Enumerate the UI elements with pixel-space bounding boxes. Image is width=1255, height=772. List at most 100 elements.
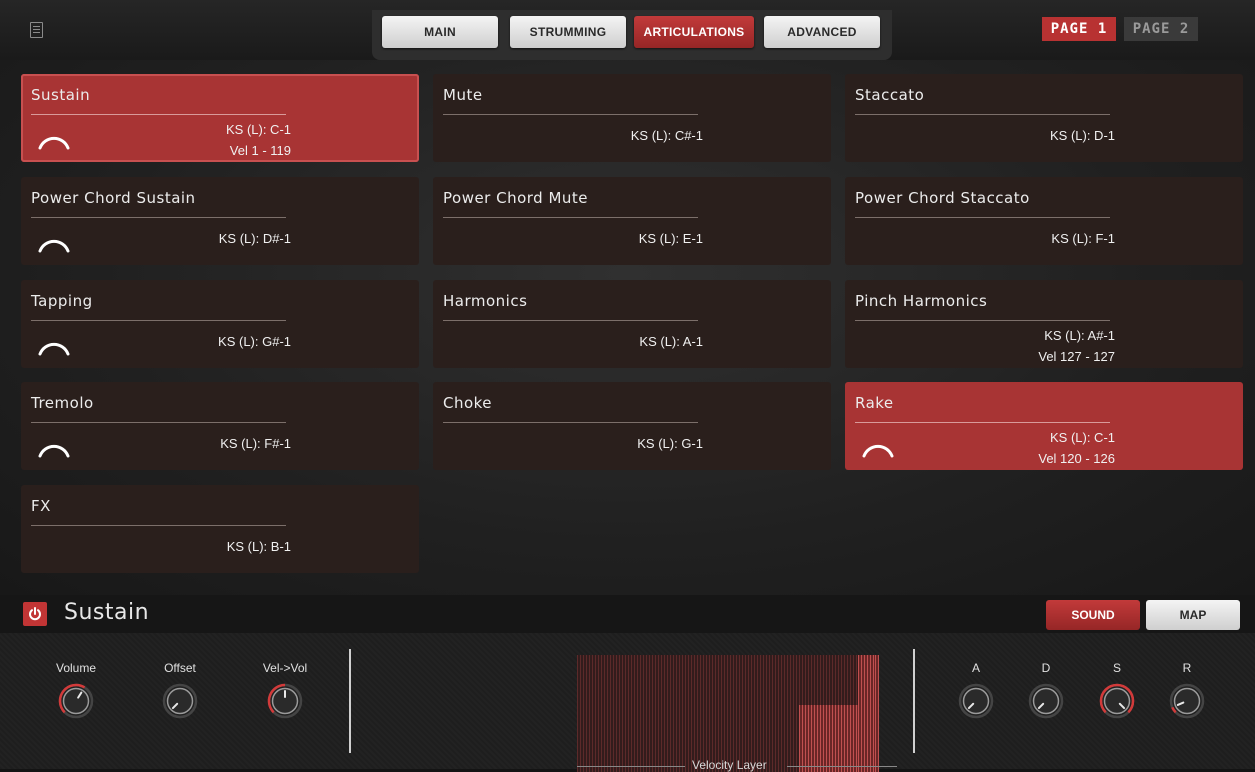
articulation-name: Staccato: [855, 86, 925, 104]
tab-advanced[interactable]: ADVANCED: [764, 16, 880, 48]
map-button[interactable]: MAP: [1146, 600, 1240, 630]
caption-rule-right: [787, 766, 897, 767]
articulation-card[interactable]: Pinch Harmonics KS (L): A#-1 Vel 127 - 127: [845, 280, 1243, 368]
articulation-card[interactable]: Power Chord Staccato KS (L): F-1: [845, 177, 1243, 265]
articulation-card[interactable]: Rake KS (L): C-1 Vel 120 - 126: [845, 382, 1243, 470]
velocity-layer-bar: [858, 655, 875, 772]
keyswitch-label: KS (L): C-1: [225, 122, 291, 137]
tab-strumming[interactable]: STRUMMING: [510, 16, 626, 48]
articulation-arc-icon: [38, 136, 70, 150]
divider-left: [349, 649, 351, 753]
keyswitch-label: KS (L): G-1: [637, 436, 703, 451]
page-2-button[interactable]: PAGE 2: [1124, 17, 1198, 41]
knob-label: R: [1182, 661, 1192, 675]
knob[interactable]: [1028, 683, 1064, 719]
articulation-card[interactable]: Tapping KS (L): G#-1: [21, 280, 419, 368]
keyswitch-label: KS (L): C-1: [1049, 430, 1115, 445]
card-divider: [855, 114, 1110, 115]
knob[interactable]: [58, 683, 94, 719]
articulation-name: Harmonics: [443, 292, 528, 310]
card-divider: [443, 114, 698, 115]
articulation-name: Power Chord Mute: [443, 189, 589, 207]
card-divider: [31, 422, 286, 423]
keyswitch-label: KS (L): F#-1: [220, 436, 291, 451]
knob[interactable]: [1169, 683, 1205, 719]
velocity-range-label: Vel 1 - 119: [229, 143, 291, 158]
velocity-layer-label: Velocity Layer: [692, 758, 767, 772]
knob[interactable]: [267, 683, 303, 719]
keyswitch-label: KS (L): A#-1: [1044, 328, 1115, 343]
card-divider: [855, 422, 1110, 423]
keyswitch-label: KS (L): D-1: [1049, 128, 1115, 143]
knob[interactable]: [162, 683, 198, 719]
knob-label: Volume: [55, 661, 97, 675]
knob[interactable]: [958, 683, 994, 719]
articulation-name: Pinch Harmonics: [855, 292, 988, 310]
articulation-card[interactable]: Mute KS (L): C#-1: [433, 74, 831, 162]
keyswitch-label: KS (L): C#-1: [630, 128, 703, 143]
articulation-arc-icon: [38, 239, 70, 253]
card-divider: [31, 114, 286, 115]
card-divider: [855, 320, 1110, 321]
power-icon: [29, 607, 41, 621]
articulation-card[interactable]: Power Chord Sustain KS (L): D#-1: [21, 177, 419, 265]
velocity-layer-graph[interactable]: [577, 655, 879, 772]
knob-label: S: [1112, 661, 1122, 675]
knob-label: Offset: [164, 661, 196, 675]
velocity-range-label: Vel 127 - 127: [1038, 349, 1115, 364]
articulation-card[interactable]: Choke KS (L): G-1: [433, 382, 831, 470]
selected-articulation-title: Sustain: [64, 600, 150, 625]
card-divider: [443, 422, 698, 423]
articulation-card[interactable]: Tremolo KS (L): F#-1: [21, 382, 419, 470]
tab-articulations[interactable]: ARTICULATIONS: [634, 16, 754, 48]
card-divider: [31, 525, 286, 526]
power-button[interactable]: [23, 602, 47, 626]
card-divider: [443, 320, 698, 321]
articulation-name: Tremolo: [31, 394, 94, 412]
card-divider: [31, 320, 286, 321]
velocity-layer-bar: [875, 655, 879, 772]
divider-right: [913, 649, 915, 753]
knob[interactable]: [1099, 683, 1135, 719]
articulation-card[interactable]: Harmonics KS (L): A-1: [433, 280, 831, 368]
keyswitch-label: KS (L): B-1: [226, 539, 291, 554]
keyswitch-label: KS (L): A-1: [639, 334, 703, 349]
articulation-card[interactable]: Power Chord Mute KS (L): E-1: [433, 177, 831, 265]
document-icon[interactable]: [30, 22, 43, 38]
keyswitch-label: KS (L): G#-1: [218, 334, 291, 349]
articulation-name: Sustain: [31, 86, 91, 104]
articulation-name: Choke: [443, 394, 493, 412]
editor-controls: Volume Offset Vel->Vol A D S R: [0, 633, 1255, 772]
knob-label: Vel->Vol: [262, 661, 308, 675]
caption-rule-left: [577, 766, 685, 767]
main-tabs: MAIN STRUMMING ARTICULATIONS ADVANCED: [372, 10, 892, 60]
articulation-name: Tapping: [31, 292, 93, 310]
knob-label: D: [1041, 661, 1051, 675]
articulation-card[interactable]: FX KS (L): B-1: [21, 485, 419, 573]
articulation-card[interactable]: Sustain KS (L): C-1 Vel 1 - 119: [21, 74, 419, 162]
card-divider: [855, 217, 1110, 218]
top-bar: MAIN STRUMMING ARTICULATIONS ADVANCED PA…: [0, 0, 1255, 60]
card-divider: [31, 217, 286, 218]
velocity-range-label: Vel 120 - 126: [1038, 451, 1115, 466]
articulation-arc-icon: [862, 444, 894, 458]
page-1-button[interactable]: PAGE 1: [1042, 17, 1116, 41]
articulation-editor: Sustain SOUND MAP Volume Offset Vel->Vol A…: [0, 595, 1255, 772]
card-divider: [443, 217, 698, 218]
articulation-card[interactable]: Staccato KS (L): D-1: [845, 74, 1243, 162]
articulation-arc-icon: [38, 342, 70, 356]
knob-label: A: [971, 661, 981, 675]
tab-main[interactable]: MAIN: [382, 16, 498, 48]
keyswitch-label: KS (L): D#-1: [218, 231, 291, 246]
editor-header: Sustain SOUND MAP: [0, 595, 1255, 633]
articulation-name: Rake: [855, 394, 894, 412]
articulation-name: Mute: [443, 86, 483, 104]
articulation-name: Power Chord Sustain: [31, 189, 196, 207]
sound-button[interactable]: SOUND: [1046, 600, 1140, 630]
keyswitch-label: KS (L): E-1: [638, 231, 703, 246]
articulation-name: FX: [31, 497, 51, 515]
articulation-arc-icon: [38, 444, 70, 458]
articulation-name: Power Chord Staccato: [855, 189, 1030, 207]
velocity-layer-caption: Velocity Layer: [577, 758, 897, 772]
keyswitch-label: KS (L): F-1: [1051, 231, 1115, 246]
